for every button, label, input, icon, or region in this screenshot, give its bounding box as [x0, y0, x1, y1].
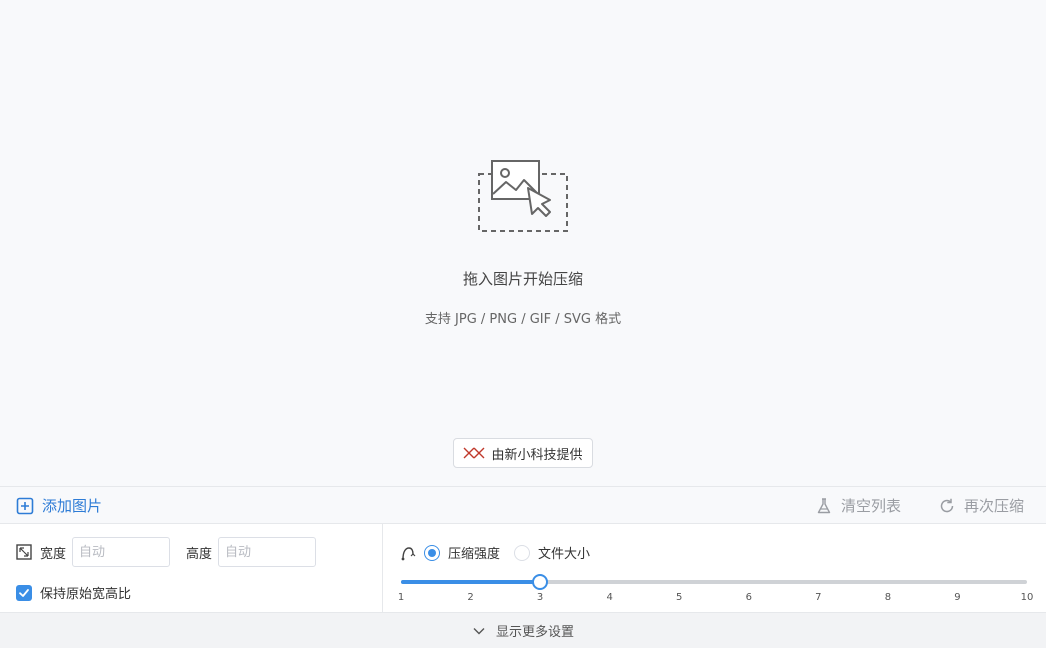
slider-tick-label: 9 [954, 592, 961, 603]
slider-tick-label: 4 [606, 592, 613, 603]
compression-slider[interactable] [401, 574, 1027, 590]
resize-icon [16, 544, 32, 560]
slider-tick-label: 7 [815, 592, 822, 603]
toolbar: 添加图片 清空列表 再次压缩 [0, 486, 1046, 524]
slider-tick-label: 5 [676, 592, 683, 603]
slider-tick-label: 3 [536, 592, 544, 603]
add-image-button[interactable]: 添加图片 [16, 495, 102, 516]
compression-strength-label: 压缩强度 [448, 547, 501, 562]
check-icon [19, 588, 29, 597]
recompress-label: 再次压缩 [964, 497, 1025, 515]
radio-compression-strength[interactable] [424, 544, 440, 561]
flask-icon [817, 497, 831, 513]
width-input[interactable] [72, 537, 171, 567]
provider-label: 由新小科技提供 [491, 447, 583, 463]
show-more-label: 显示更多设置 [495, 625, 574, 640]
recompress-button[interactable]: 再次压缩 [938, 495, 1024, 516]
slider-thumb[interactable] [532, 574, 549, 590]
drop-subtitle: 支持 JPG / PNG / GIF / SVG 格式 [424, 312, 622, 327]
provider-badge[interactable]: 由新小科技提供 [453, 438, 593, 468]
chevron-down-icon [473, 627, 485, 634]
curve-icon [401, 546, 416, 560]
file-size-label: 文件大小 [538, 547, 591, 562]
compression-settings: 压缩强度 文件大小 1 2 3 4 5 6 7 8 9 10 [384, 524, 1046, 612]
height-label: 高度 [186, 546, 213, 562]
height-input[interactable] [218, 537, 317, 567]
size-settings: 宽度 高度 保持原始宽高比 [0, 524, 383, 612]
image-drop-icon [478, 160, 568, 232]
size-row: 宽度 高度 [16, 537, 317, 567]
settings-panel: 宽度 高度 保持原始宽高比 压缩强度 文件大小 [0, 524, 1046, 612]
refresh-icon [940, 498, 954, 512]
keep-ratio-label: 保持原始宽高比 [40, 587, 132, 602]
clear-list-label: 清空列表 [841, 497, 902, 515]
clear-list-button[interactable]: 清空列表 [815, 495, 901, 516]
add-square-icon [16, 497, 34, 514]
slider-tick-label: 6 [745, 592, 752, 603]
width-label: 宽度 [40, 546, 67, 562]
compression-mode-row: 压缩强度 文件大小 [400, 543, 604, 562]
add-image-label: 添加图片 [42, 497, 103, 515]
slider-tick-label: 2 [467, 592, 474, 603]
radio-file-size[interactable] [514, 544, 531, 561]
drop-title: 拖入图片开始压缩 [462, 270, 583, 288]
provider-logo-icon [463, 447, 485, 459]
slider-ticks: 1 2 3 4 5 6 7 8 9 10 [397, 592, 1034, 606]
slider-tick-label: 8 [884, 592, 892, 603]
drop-zone[interactable]: 拖入图片开始压缩 支持 JPG / PNG / GIF / SVG 格式 由新小… [0, 0, 1046, 486]
slider-fill [401, 580, 541, 584]
keep-ratio-option[interactable]: 保持原始宽高比 [16, 583, 131, 602]
slider-tick-label: 10 [1020, 592, 1034, 603]
slider-tick-label: 1 [397, 592, 405, 603]
show-more-settings-button[interactable]: 显示更多设置 [0, 612, 1046, 648]
keep-ratio-checkbox[interactable] [16, 584, 32, 601]
